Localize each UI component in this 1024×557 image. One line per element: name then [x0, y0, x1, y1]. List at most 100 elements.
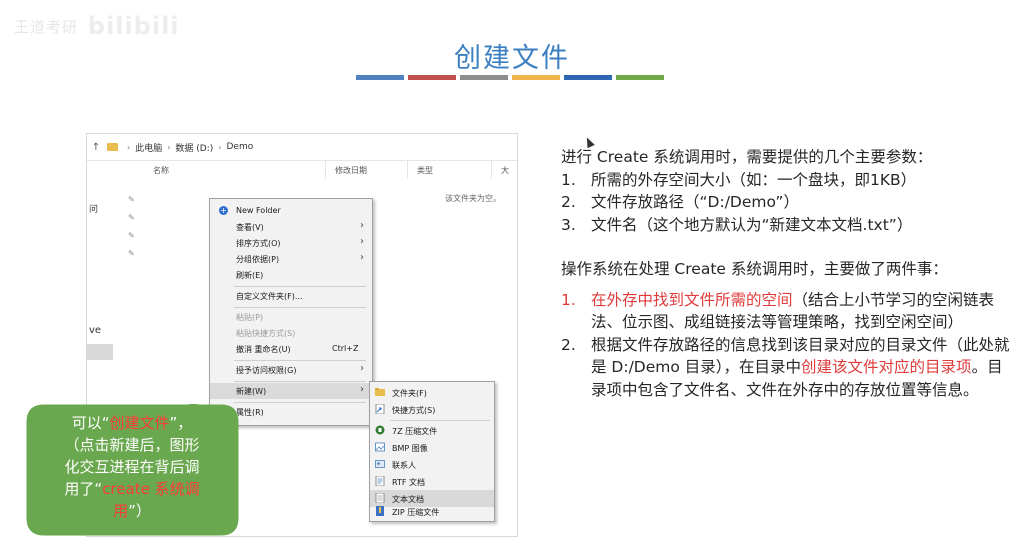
menu-item-new[interactable]: 新建(W) › [210, 383, 372, 399]
menu-item-new-folder[interactable]: + New Folder [210, 203, 372, 219]
menu-item-label: New Folder [236, 206, 281, 215]
step-highlight: 创建该文件对应的目录项 [801, 358, 972, 376]
folder-icon [375, 388, 385, 396]
menu-item-sort[interactable]: 排序方式(O) › [210, 235, 372, 251]
menu-item-undo-rename[interactable]: 撤消 重命名(U) Ctrl+Z [210, 341, 372, 357]
list-item: 1. 所需的外存空间大小（如：一个盘块，即1KB） [561, 170, 917, 189]
column-modified[interactable]: 修改日期 [335, 165, 367, 176]
menu-item-refresh[interactable]: 刷新(E) [210, 267, 372, 283]
column-size[interactable]: 大 [501, 165, 509, 176]
menu-item-shortcut: Ctrl+Z [332, 344, 359, 353]
text-document-icon [375, 493, 385, 503]
chevron-right-icon: › [167, 142, 171, 152]
callout-line-3: 化交互进程在背后调 [64, 458, 200, 476]
callout-line-1: 可以“创建文件”， [71, 414, 193, 432]
submenu-item-label: 文件夹(F) [392, 389, 427, 398]
callout-highlight: 用 [113, 502, 129, 520]
menu-item-label: 自定义文件夹(F)... [236, 292, 303, 301]
slide-title: 创建文件 [454, 43, 570, 74]
new-folder-icon: + [219, 206, 228, 215]
params-intro: 进行 Create 系统调用时，需要提供的几个主要参数： [561, 148, 933, 166]
image-icon [375, 442, 385, 452]
pin-icon: ✎ [128, 213, 135, 222]
pin-icon: ✎ [128, 195, 135, 204]
breadcrumb-drive[interactable]: 数据 (D:) [175, 141, 213, 154]
menu-item-label: 粘贴(P) [236, 313, 264, 322]
new-submenu: 文件夹(F) 快捷方式(S) 7Z 压缩文件 BMP 图像 联系人 RTF 文档… [369, 381, 495, 522]
menu-item-label: 排序方式(O) [236, 239, 281, 248]
submenu-item-rtf[interactable]: RTF 文档 [370, 473, 494, 490]
contact-icon [375, 460, 385, 468]
menu-item-customize-folder[interactable]: 自定义文件夹(F)... [210, 288, 372, 304]
menu-separator [234, 360, 366, 361]
chevron-right-icon: › [360, 384, 364, 395]
menu-item-view[interactable]: 查看(V) › [210, 219, 372, 235]
title-color-bar [616, 75, 664, 80]
nav-label[interactable]: 问 [89, 202, 98, 215]
menu-item-label: 粘贴快捷方式(S) [236, 329, 296, 338]
submenu-item-7z[interactable]: 7Z 压缩文件 [370, 422, 494, 439]
chevron-right-icon: › [360, 252, 364, 263]
menu-item-label: 查看(V) [236, 223, 264, 232]
list-item: 2. 文件存放路径（“D:/Demo”） [561, 193, 799, 211]
chevron-right-icon: › [127, 142, 131, 152]
menu-separator [234, 402, 366, 403]
zip-icon [376, 506, 384, 516]
up-arrow-icon[interactable]: ↑ [87, 142, 105, 153]
menu-item-label: 刷新(E) [236, 271, 264, 280]
title-color-bar [564, 75, 612, 80]
callout-highlight: create 系统调 [102, 480, 200, 498]
breadcrumb-this-pc[interactable]: 此电脑 [135, 141, 162, 154]
submenu-item-folder[interactable]: 文件夹(F) [370, 384, 494, 401]
column-type[interactable]: 类型 [417, 165, 433, 176]
menu-item-group[interactable]: 分组依据(P) › [210, 251, 372, 267]
list-item: 2. 根据文件存放路径的信息找到该目录对应的目录文件（此处就是 D:/Demo 目… [561, 335, 1010, 399]
submenu-item-label: ZIP 压缩文件 [392, 508, 440, 517]
column-name[interactable]: 名称 [153, 165, 169, 176]
context-menu: + New Folder 查看(V) › 排序方式(O) › 分组依据(P) ›… [209, 198, 373, 426]
empty-folder-message: 该文件夹为空。 [445, 194, 501, 203]
callout-text: 可以“创建文件”， （点击新建后，图形 化交互进程在背后调 用了“create … [32, 412, 232, 522]
chevron-right-icon: › [360, 236, 364, 247]
address-bar[interactable]: ↑ › 此电脑 › 数据 (D:) › Demo [87, 134, 517, 161]
nav-label[interactable]: ve [89, 325, 101, 336]
submenu-item-label: 快捷方式(S) [392, 406, 436, 415]
submenu-item-shortcut[interactable]: 快捷方式(S) [370, 401, 494, 418]
menu-item-label: 授予访问权限(G) [236, 366, 297, 375]
menu-item-label: 撤消 重命名(U) [236, 345, 291, 354]
column-headers: 名称 修改日期 类型 大 [143, 161, 517, 179]
process-intro: 操作系统在处理 Create 系统调用时，主要做了两件事： [561, 260, 948, 278]
title-color-bar [512, 75, 560, 80]
chevron-right-icon: › [360, 220, 364, 231]
chevron-right-icon: › [360, 363, 364, 374]
submenu-item-label: RTF 文档 [392, 478, 426, 487]
submenu-item-label: BMP 图像 [392, 444, 428, 453]
title-color-bars [356, 75, 664, 80]
content-panel: 进行 Create 系统调用时，需要提供的几个主要参数： 1. 所需的外存空间大小… [561, 146, 1011, 401]
callout-line-4: 用了“create 系统调 [64, 480, 200, 498]
breadcrumb-demo[interactable]: Demo [226, 142, 253, 152]
menu-separator [234, 286, 366, 287]
rtf-document-icon [375, 476, 385, 486]
menu-item-paste-shortcut[interactable]: 粘贴快捷方式(S) [210, 325, 372, 341]
nav-selected-item[interactable] [87, 344, 113, 360]
submenu-item-zip[interactable]: ZIP 压缩文件 [370, 503, 494, 520]
pin-icon: ✎ [128, 249, 135, 258]
params-list: 1. 所需的外存空间大小（如：一个盘块，即1KB） 2. 文件存放路径（“D:/De… [561, 169, 1011, 237]
menu-item-paste[interactable]: 粘贴(P) [210, 309, 372, 325]
submenu-item-bmp[interactable]: BMP 图像 [370, 439, 494, 456]
title-color-bar [356, 75, 404, 80]
menu-item-label: 分组依据(P) [236, 255, 280, 264]
shortcut-icon [375, 404, 385, 414]
submenu-item-contact[interactable]: 联系人 [370, 456, 494, 473]
submenu-item-label: 7Z 压缩文件 [392, 427, 438, 436]
list-item: 3. 文件名（这个地方默认为“新建文本文档.txt”） [561, 215, 913, 234]
submenu-item-label: 联系人 [392, 461, 416, 470]
callout-line-2: （点击新建后，图形 [64, 436, 200, 454]
callout-bubble: 可以“创建文件”， （点击新建后，图形 化交互进程在背后调 用了“create … [26, 404, 239, 536]
list-item: 1. 在外存中找到文件所需的空间（结合上小节学习的空闲链表法、位示图、成组链接法等… [561, 290, 995, 332]
step-highlight: 在外存中找到文件所需的空间 [591, 290, 793, 309]
menu-item-grant-access[interactable]: 授予访问权限(G) › [210, 362, 372, 378]
menu-separator [234, 307, 366, 308]
steps-list: 1. 在外存中找到文件所需的空间（结合上小节学习的空闲链表法、位示图、成组链接法等… [561, 289, 1011, 402]
